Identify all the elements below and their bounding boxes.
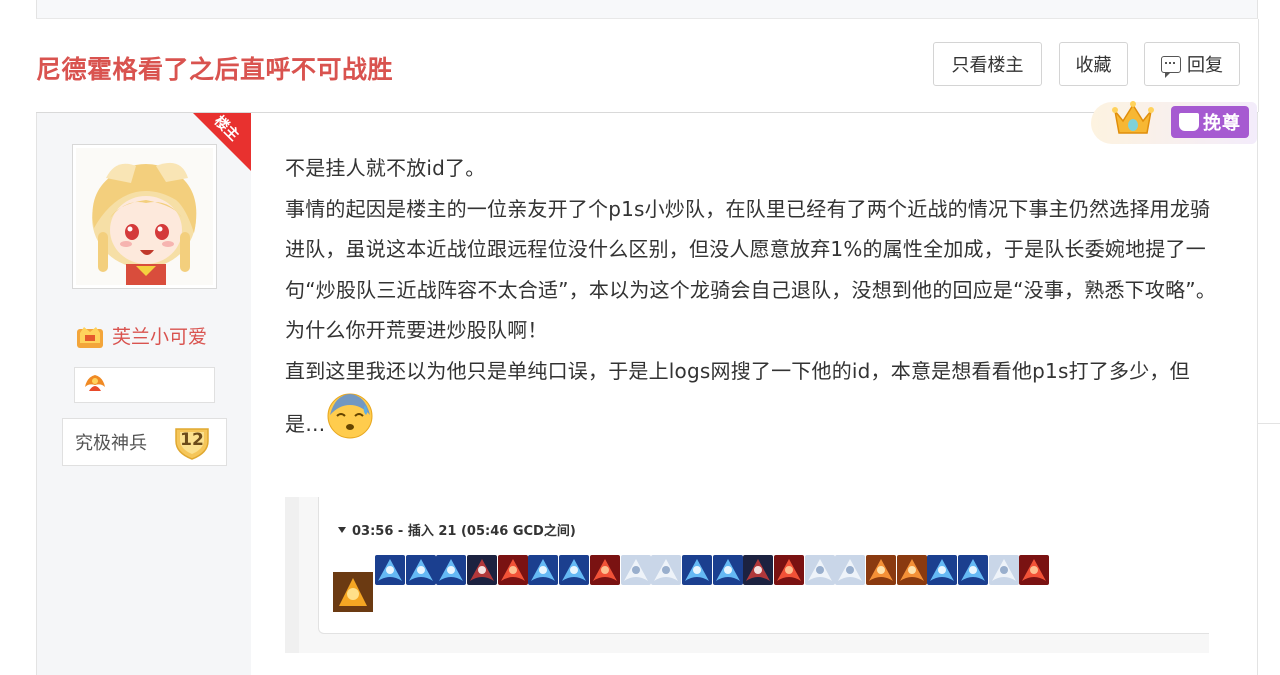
skill-icon — [866, 555, 896, 585]
embed-title: 03:56 - 插入 21 (05:46 GCD之间) — [338, 520, 576, 539]
sweat-emoji-icon — [325, 391, 375, 441]
skill-icon — [712, 555, 743, 585]
post-line: 为什么你开荒要进炒股队啊！ — [285, 318, 548, 342]
reply-button[interactable]: 回复 — [1144, 42, 1240, 86]
username[interactable]: 芙兰小可爱 — [112, 322, 207, 349]
skill-icon — [804, 555, 835, 585]
user-tag: 挽尊 — [1091, 97, 1257, 147]
skill-icon — [1019, 555, 1050, 585]
medal-box — [74, 367, 215, 403]
skill-icon — [988, 555, 1019, 585]
post-line: 直到这里我还以为他只是单纯口误，于是上logs网搜了一下他的id，本意是想看看他… — [285, 358, 1190, 437]
skill-sequence — [375, 555, 1050, 585]
thread-title: 尼德霍格看了之后直呼不可战胜 — [36, 55, 394, 84]
divider — [1258, 19, 1259, 112]
username-row: 芙兰小可爱 — [76, 322, 207, 349]
embed-title-text: 03:56 - 插入 21 (05:46 GCD之间) — [352, 524, 576, 539]
skill-icon — [528, 555, 559, 585]
level-badge-icon: 12 — [173, 425, 211, 461]
skill-icon — [620, 555, 651, 585]
skill-icon — [896, 555, 927, 585]
post-line-with-emoji: 直到这里我还以为他只是单纯口误，于是上logs网搜了一下他的id，本意是想看看他… — [285, 351, 1220, 445]
skill-icon — [651, 555, 682, 585]
skill-icon — [333, 572, 373, 612]
skill-icon — [743, 555, 774, 585]
skill-icon — [467, 555, 498, 585]
level-box: 究极神兵 12 — [62, 418, 227, 466]
only-op-button[interactable]: 只看楼主 — [933, 42, 1042, 86]
post-line: 事情的起因是楼主的一位亲友开了个p1s小炒队，在队里已经有了两个近战的情况下事主… — [285, 196, 1217, 302]
post-line: 不是挂人就不放id了。 — [285, 156, 486, 180]
skill-icon — [436, 555, 467, 585]
vip-badge-icon — [76, 323, 104, 349]
hand-icon — [1179, 113, 1199, 131]
skill-icon — [681, 555, 712, 585]
skill-icon — [589, 555, 620, 585]
level-title: 究极神兵 — [75, 433, 147, 454]
collapse-triangle-icon[interactable] — [338, 527, 346, 533]
skill-icon — [559, 555, 590, 585]
favorite-label: 收藏 — [1075, 55, 1112, 76]
skill-icon — [927, 555, 958, 585]
skill-icon — [773, 555, 804, 585]
skill-icon — [835, 555, 866, 585]
post-body: 不是挂人就不放id了。 事情的起因是楼主的一位亲友开了个p1s小炒队，在队里已经… — [285, 148, 1220, 445]
divider — [1258, 423, 1280, 424]
favorite-button[interactable]: 收藏 — [1059, 42, 1128, 86]
tag-text: 挽尊 — [1203, 113, 1241, 134]
level-number: 12 — [180, 430, 204, 450]
comment-icon — [1161, 55, 1181, 78]
avatar[interactable] — [72, 144, 217, 289]
post-border — [1257, 113, 1258, 675]
top-strip — [36, 0, 1258, 19]
only-op-label: 只看楼主 — [951, 55, 1024, 76]
skill-icon — [405, 555, 436, 585]
crown-icon — [1111, 97, 1155, 141]
reply-label: 回复 — [1187, 55, 1223, 76]
skill-icon — [375, 555, 405, 585]
tag-label: 挽尊 — [1171, 106, 1249, 138]
skill-icon — [958, 555, 989, 585]
skill-icon — [497, 555, 528, 585]
medal-icon — [83, 373, 107, 397]
